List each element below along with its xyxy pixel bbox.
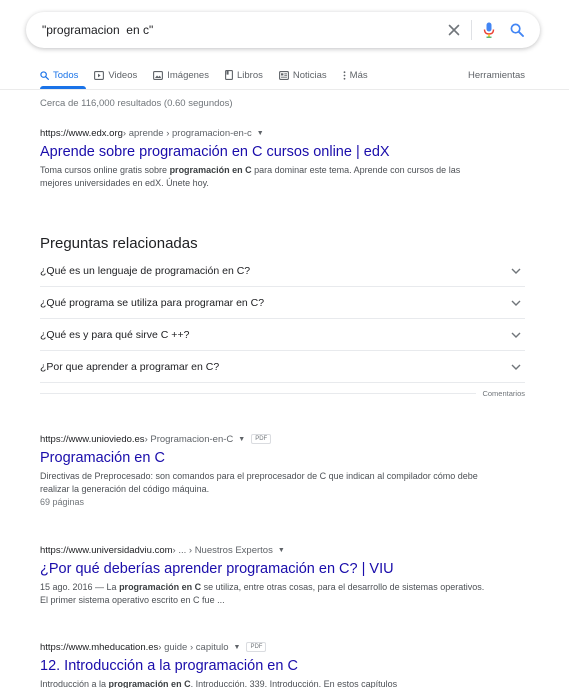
related-question[interactable]: ¿Qué programa se utiliza para programar … bbox=[40, 287, 525, 319]
chevron-down-icon bbox=[511, 300, 521, 306]
result-title-link[interactable]: Aprende sobre programación en C cursos o… bbox=[40, 143, 485, 161]
tab-label: Libros bbox=[236, 69, 263, 81]
search-bar-divider bbox=[471, 20, 472, 40]
snippet-highlight: programación en C bbox=[119, 582, 202, 592]
result-url[interactable]: https://www.universidadviu.com › ... › N… bbox=[40, 544, 485, 556]
chevron-down-icon bbox=[511, 332, 521, 338]
snippet-text: . Introducción. 339. Introducción. En es… bbox=[190, 679, 398, 688]
result-url[interactable]: https://www.mheducation.es › guide › cap… bbox=[40, 641, 485, 653]
question-text: ¿Qué es y para qué sirve C ++? bbox=[40, 328, 190, 341]
result-domain: https://www.unioviedo.es bbox=[40, 433, 145, 445]
tab-label: Videos bbox=[108, 69, 138, 81]
related-question[interactable]: ¿Por que aprender a programar en C? bbox=[40, 351, 525, 383]
search-icon[interactable] bbox=[506, 19, 528, 41]
search-icon bbox=[40, 70, 49, 80]
pdf-badge: PDF bbox=[246, 642, 267, 652]
related-questions: Preguntas relacionadas ¿Qué es un lengua… bbox=[40, 233, 525, 398]
result-path: › ... › Nuestros Expertos bbox=[172, 544, 273, 556]
caret-down-icon[interactable]: ▼ bbox=[278, 547, 285, 554]
result-snippet: Introducción a la programación en C. Int… bbox=[40, 678, 485, 688]
question-text: ¿Qué es un lenguaje de programación en C… bbox=[40, 264, 251, 277]
feedback-link[interactable]: Comentarios bbox=[482, 389, 525, 398]
chevron-down-icon bbox=[511, 364, 521, 370]
result-snippet: Directivas de Preprocesado: son comandos… bbox=[40, 471, 478, 494]
question-text: ¿Qué programa se utiliza para programar … bbox=[40, 296, 265, 309]
feedback-row: Comentarios bbox=[40, 389, 525, 398]
search-bar-actions bbox=[443, 12, 528, 48]
snippet-highlight: programación en C bbox=[108, 679, 191, 688]
result-page-count: 69 páginas bbox=[40, 497, 85, 507]
caret-down-icon[interactable]: ▼ bbox=[238, 436, 245, 443]
mic-icon[interactable] bbox=[478, 19, 500, 41]
pdf-badge: PDF bbox=[251, 434, 272, 444]
snippet-text: Introducción a la bbox=[40, 679, 109, 688]
result-path: › guide › capitulo bbox=[158, 641, 229, 653]
tab-noticias[interactable]: Noticias bbox=[278, 69, 327, 81]
related-questions-title: Preguntas relacionadas bbox=[40, 235, 198, 252]
result-snippet: 15 ago. 2016 — La programación en C se u… bbox=[40, 581, 485, 607]
image-icon bbox=[153, 70, 164, 80]
related-question[interactable]: ¿Qué es y para qué sirve C ++? bbox=[40, 319, 525, 351]
tab-videos[interactable]: Videos bbox=[94, 70, 137, 81]
tab-libros[interactable]: Libros bbox=[225, 70, 263, 81]
tab-label: Más bbox=[349, 69, 368, 81]
result-title-link[interactable]: 12. Introducción a la programación en C bbox=[40, 657, 485, 675]
search-result: https://www.mheducation.es › guide › cap… bbox=[40, 641, 485, 688]
caret-down-icon[interactable]: ▼ bbox=[234, 644, 241, 651]
result-path: › aprende › programacion-en-c bbox=[122, 127, 252, 139]
search-bar[interactable] bbox=[26, 12, 540, 48]
snippet-highlight: programación en C bbox=[169, 165, 252, 175]
caret-down-icon[interactable]: ▼ bbox=[257, 130, 264, 137]
result-title-link[interactable]: Programación en C bbox=[40, 449, 485, 467]
result-domain: https://www.universidadviu.com bbox=[40, 544, 173, 556]
tools-button[interactable]: Herramientas bbox=[468, 70, 525, 81]
search-tabs: Todos Videos Imágenes Libros Noticias Má… bbox=[40, 67, 525, 83]
tabs-divider bbox=[0, 89, 569, 90]
tools-label: Herramientas bbox=[467, 69, 525, 81]
close-icon[interactable] bbox=[443, 19, 465, 41]
search-result: https://www.universidadviu.com › ... › N… bbox=[40, 544, 485, 607]
search-result: https://www.unioviedo.es › Programacion-… bbox=[40, 433, 485, 509]
tab-label: Todos bbox=[53, 69, 79, 81]
snippet-text: 15 ago. 2016 — La bbox=[40, 582, 120, 592]
result-snippet: Toma cursos online gratis sobre programa… bbox=[40, 164, 485, 190]
chevron-down-icon bbox=[511, 268, 521, 274]
result-title-link[interactable]: ¿Por qué deberías aprender programación … bbox=[40, 560, 485, 578]
feedback-divider bbox=[40, 393, 477, 394]
snippet-text: Toma cursos online gratis sobre bbox=[40, 165, 170, 175]
result-domain: https://www.mheducation.es bbox=[40, 641, 159, 653]
related-question[interactable]: ¿Qué es un lenguaje de programación en C… bbox=[40, 255, 525, 287]
play-icon bbox=[94, 70, 105, 80]
result-url[interactable]: https://www.edx.org › aprende › programa… bbox=[40, 127, 485, 139]
result-path: › Programacion-en-C bbox=[144, 433, 234, 445]
tab-imagenes[interactable]: Imágenes bbox=[153, 70, 209, 81]
book-icon bbox=[225, 70, 233, 80]
news-icon bbox=[278, 70, 289, 80]
tab-label: Imágenes bbox=[167, 69, 209, 81]
tab-label: Noticias bbox=[292, 69, 327, 81]
tab-todos[interactable]: Todos bbox=[40, 70, 78, 81]
results-count: Cerca de 116,000 resultados (0.60 segund… bbox=[40, 98, 233, 109]
question-text: ¿Por que aprender a programar en C? bbox=[40, 360, 220, 373]
more-vertical-icon bbox=[343, 70, 346, 80]
search-input[interactable] bbox=[42, 15, 432, 45]
search-result: https://www.edx.org › aprende › programa… bbox=[40, 127, 485, 190]
tab-mas[interactable]: Más bbox=[343, 70, 368, 81]
result-url[interactable]: https://www.unioviedo.es › Programacion-… bbox=[40, 433, 485, 445]
result-domain: https://www.edx.org bbox=[40, 127, 123, 139]
